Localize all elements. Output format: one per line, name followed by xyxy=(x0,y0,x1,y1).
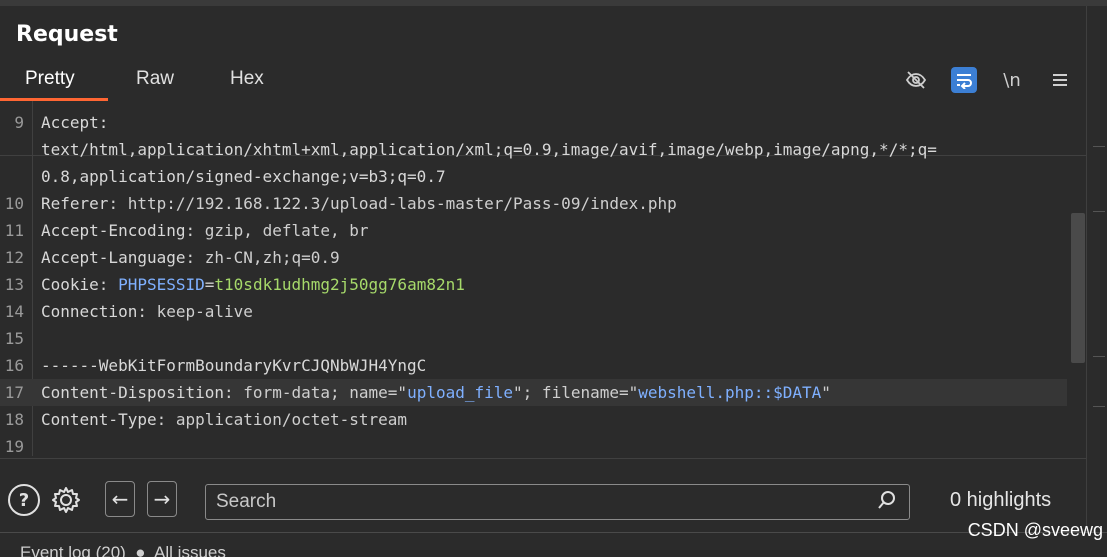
line-text: Referer: http://192.168.122.3/upload-lab… xyxy=(41,190,677,217)
header-name: Content-Type xyxy=(41,410,157,429)
code-line: 19 xyxy=(0,433,1067,456)
line-text: text/html,application/xhtml+xml,applicat… xyxy=(41,140,937,159)
line-text: Content-Disposition: form-data; name="up… xyxy=(41,379,831,406)
line-text: Cookie: PHPSESSID=t10sdk1udhmg2j50gg76am… xyxy=(41,271,465,298)
line-number: 14 xyxy=(4,302,24,321)
next-match-button[interactable]: → xyxy=(147,481,177,517)
line-text: Accept-Language: zh-CN,zh;q=0.9 xyxy=(41,244,340,271)
hamburger-menu-icon[interactable] xyxy=(1047,67,1073,93)
side-panel-edge xyxy=(1086,6,1107,531)
divider xyxy=(1093,146,1105,147)
line-number: 16 xyxy=(4,356,24,375)
form-filename: webshell.php::$DATA xyxy=(638,383,822,402)
status-bar-text[interactable]: Event log (20) ● All issues xyxy=(20,543,226,557)
header-name: Accept-Language xyxy=(41,248,186,267)
tab-raw[interactable]: Raw xyxy=(136,68,174,90)
line-number: 19 xyxy=(4,437,24,456)
search-bar: ? ← → 0 highlights xyxy=(0,458,1087,539)
newline-toggle[interactable]: \n xyxy=(999,67,1025,93)
line-number: 12 xyxy=(4,248,24,267)
request-panel: Request Pretty Raw Hex \n 9 Accept: text… xyxy=(0,6,1087,531)
header-value: : http://192.168.122.3/upload-labs-maste… xyxy=(108,194,677,213)
highlight-count: 0 highlights xyxy=(950,489,1052,511)
code-line: 11 Accept-Encoding: gzip, deflate, br xyxy=(0,217,1067,244)
code-line: 10 Referer: http://192.168.122.3/upload-… xyxy=(0,190,1067,217)
line-text: ------WebKitFormBoundaryKvrCJQNbWJH4YngC xyxy=(41,356,427,375)
line-number: 11 xyxy=(4,221,24,240)
eye-off-icon[interactable] xyxy=(903,67,929,93)
search-icon[interactable] xyxy=(877,490,897,515)
editor-toolbar: \n xyxy=(903,64,1073,96)
header-separator: : xyxy=(98,275,119,294)
header-value: : gzip, deflate, br xyxy=(185,221,369,240)
help-button[interactable]: ? xyxy=(8,484,40,516)
previous-match-button[interactable]: ← xyxy=(105,481,135,517)
tab-pretty[interactable]: Pretty xyxy=(25,68,75,90)
header-name: Cookie xyxy=(41,275,99,294)
header-value: : keep-alive xyxy=(137,302,253,321)
cookie-equals: = xyxy=(204,275,215,294)
line-number: 10 xyxy=(4,194,24,213)
line-text: Accept-Encoding: gzip, deflate, br xyxy=(41,217,369,244)
header-name: Connection xyxy=(41,302,138,321)
wrap-lines-icon[interactable] xyxy=(951,67,977,93)
header-value: "; filename=" xyxy=(513,383,639,402)
divider xyxy=(1093,356,1105,357)
divider xyxy=(1093,406,1105,407)
line-number: 18 xyxy=(4,410,24,429)
cookie-value: t10sdk1udhmg2j50gg76am82n1 xyxy=(214,275,465,294)
line-text: Connection: keep-alive xyxy=(41,298,253,325)
line-number: 17 xyxy=(4,383,24,402)
line-number: 9 xyxy=(14,113,24,132)
code-line: 18 Content-Type: application/octet-strea… xyxy=(0,406,1067,433)
code-line: 9 Accept: xyxy=(0,109,1067,136)
code-line: 16 ------WebKitFormBoundaryKvrCJQNbWJH4Y… xyxy=(0,352,1067,379)
header-name: Referer xyxy=(41,194,109,213)
code-line: 15 xyxy=(0,325,1067,352)
search-box xyxy=(205,484,910,520)
line-text: 0.8,application/signed-exchange;v=b3;q=0… xyxy=(41,167,446,186)
header-value: : zh-CN,zh;q=0.9 xyxy=(185,248,340,267)
header-name: Content-Disposition xyxy=(41,383,225,402)
code-line: 0.8,application/signed-exchange;v=b3;q=0… xyxy=(0,163,1067,190)
divider xyxy=(1093,211,1105,212)
gear-icon[interactable] xyxy=(50,484,82,516)
editor-scrollbar[interactable] xyxy=(1071,213,1085,363)
tab-hex[interactable]: Hex xyxy=(230,68,264,90)
line-text: Content-Type: application/octet-stream xyxy=(41,406,407,433)
line-number: 13 xyxy=(4,275,24,294)
watermark: CSDN @sveewg xyxy=(967,520,1103,540)
header-value: : application/octet-stream xyxy=(156,410,408,429)
code-line: 12 Accept-Language: zh-CN,zh;q=0.9 xyxy=(0,244,1067,271)
message-editor[interactable]: 9 Accept: text/html,application/xhtml+xm… xyxy=(0,101,1087,456)
code-line-current: 17 Content-Disposition: form-data; name=… xyxy=(0,379,1067,406)
header-value: " xyxy=(821,383,831,402)
header-value: : form-data; name=" xyxy=(224,383,408,402)
header-name: Accept-Encoding xyxy=(41,221,186,240)
cookie-name: PHPSESSID xyxy=(118,275,205,294)
status-bar: Event log (20) ● All issues xyxy=(0,532,1107,557)
line-text: Accept: xyxy=(41,113,109,132)
code-line: 14 Connection: keep-alive xyxy=(0,298,1067,325)
code-line: 13 Cookie: PHPSESSID=t10sdk1udhmg2j50gg7… xyxy=(0,271,1067,298)
search-input[interactable] xyxy=(214,490,858,514)
form-field-name: upload_file xyxy=(407,383,514,402)
panel-title: Request xyxy=(16,22,118,47)
line-number: 15 xyxy=(4,329,24,348)
code-line: text/html,application/xhtml+xml,applicat… xyxy=(0,136,1067,163)
